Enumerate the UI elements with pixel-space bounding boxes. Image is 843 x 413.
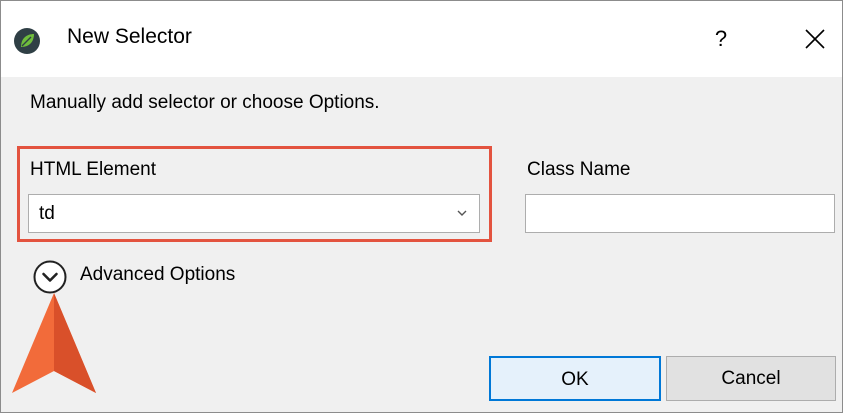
app-leaf-icon: [14, 28, 40, 54]
html-element-label: HTML Element: [30, 159, 156, 180]
class-name-label: Class Name: [527, 159, 631, 180]
pointer-arrow-icon: [12, 293, 96, 393]
new-selector-dialog: New Selector ? Manually add selector or …: [0, 0, 843, 413]
advanced-options-label: Advanced Options: [80, 264, 236, 285]
chevron-down-circle-icon: [33, 260, 67, 294]
class-name-input[interactable]: [525, 194, 835, 233]
chevron-down-icon: [457, 210, 467, 216]
title-bar: New Selector ?: [1, 1, 842, 77]
html-element-select[interactable]: td: [28, 194, 480, 233]
close-icon: [805, 29, 825, 49]
instructions-text: Manually add selector or choose Options.: [30, 92, 380, 113]
cancel-button[interactable]: Cancel: [666, 356, 836, 401]
ok-button[interactable]: OK: [489, 356, 661, 401]
window-title: New Selector: [67, 25, 192, 48]
close-button[interactable]: [793, 19, 837, 59]
html-element-value: td: [39, 203, 55, 224]
help-button[interactable]: ?: [701, 19, 741, 59]
